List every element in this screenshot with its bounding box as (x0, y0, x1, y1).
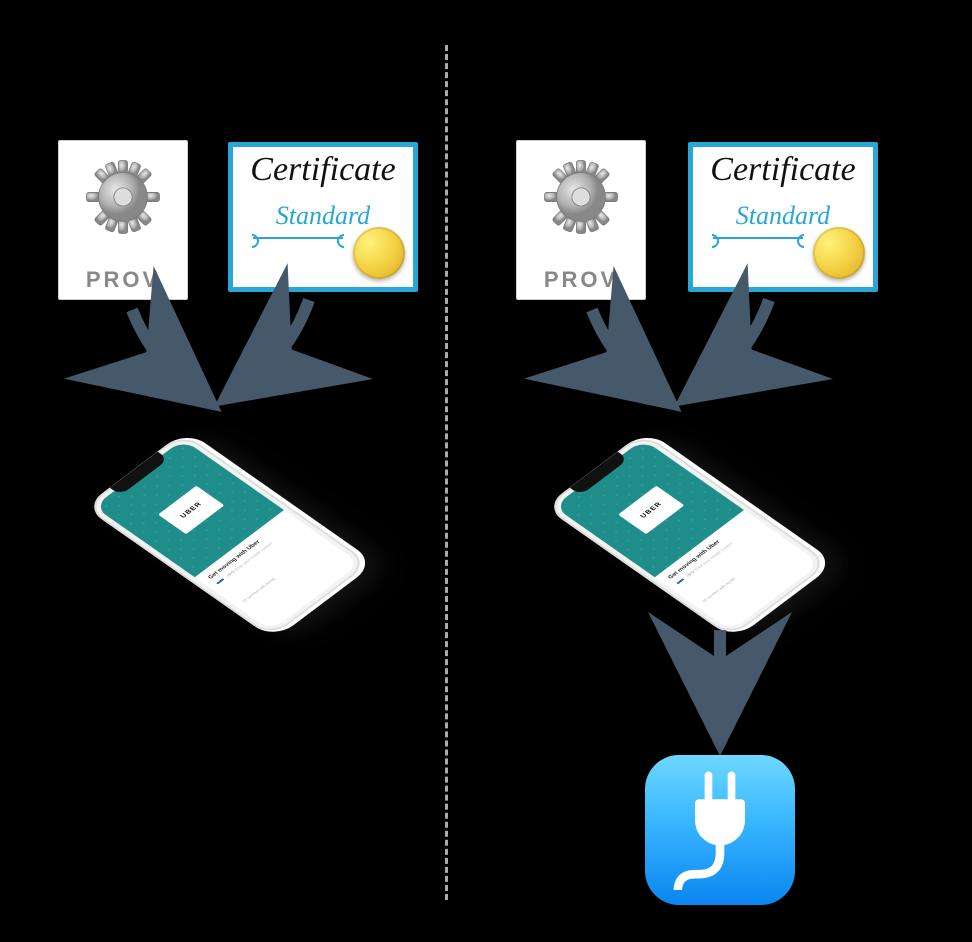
vertical-divider (445, 45, 448, 900)
phone-mockup-right: UBER Get moving with Uber +972 Enter you… (555, 385, 815, 645)
arrow-cert-to-phone-right (685, 300, 785, 395)
prov-label: PROV (544, 267, 618, 293)
gear-icon (85, 159, 161, 235)
provisioning-profile-left: PROV (58, 140, 188, 300)
apple-configurator-icon (645, 755, 795, 905)
gear-icon (543, 159, 619, 235)
decorative-line (713, 237, 803, 239)
certificate-subtitle: Standard (233, 201, 413, 231)
flag-icon (216, 578, 226, 586)
seal-icon (813, 227, 865, 279)
decorative-line (253, 237, 343, 239)
certificate-title: Certificate (233, 151, 413, 189)
provisioning-profile-right: PROV (516, 140, 646, 300)
arrow-cert-to-phone-left (225, 300, 325, 395)
plug-icon (672, 770, 768, 890)
phone-mockup-left: UBER Get moving with Uber +972 Enter you… (95, 385, 355, 645)
arrow-phone-to-configurator (700, 630, 740, 730)
flag-icon (676, 578, 686, 586)
seal-icon (353, 227, 405, 279)
prov-label: PROV (86, 267, 160, 293)
certificate-right: Certificate Standard (688, 142, 878, 292)
diagram-stage: PROV Certificate Standard UBER (0, 0, 972, 942)
certificate-subtitle: Standard (693, 201, 873, 231)
certificate-left: Certificate Standard (228, 142, 418, 292)
certificate-title: Certificate (693, 151, 873, 189)
